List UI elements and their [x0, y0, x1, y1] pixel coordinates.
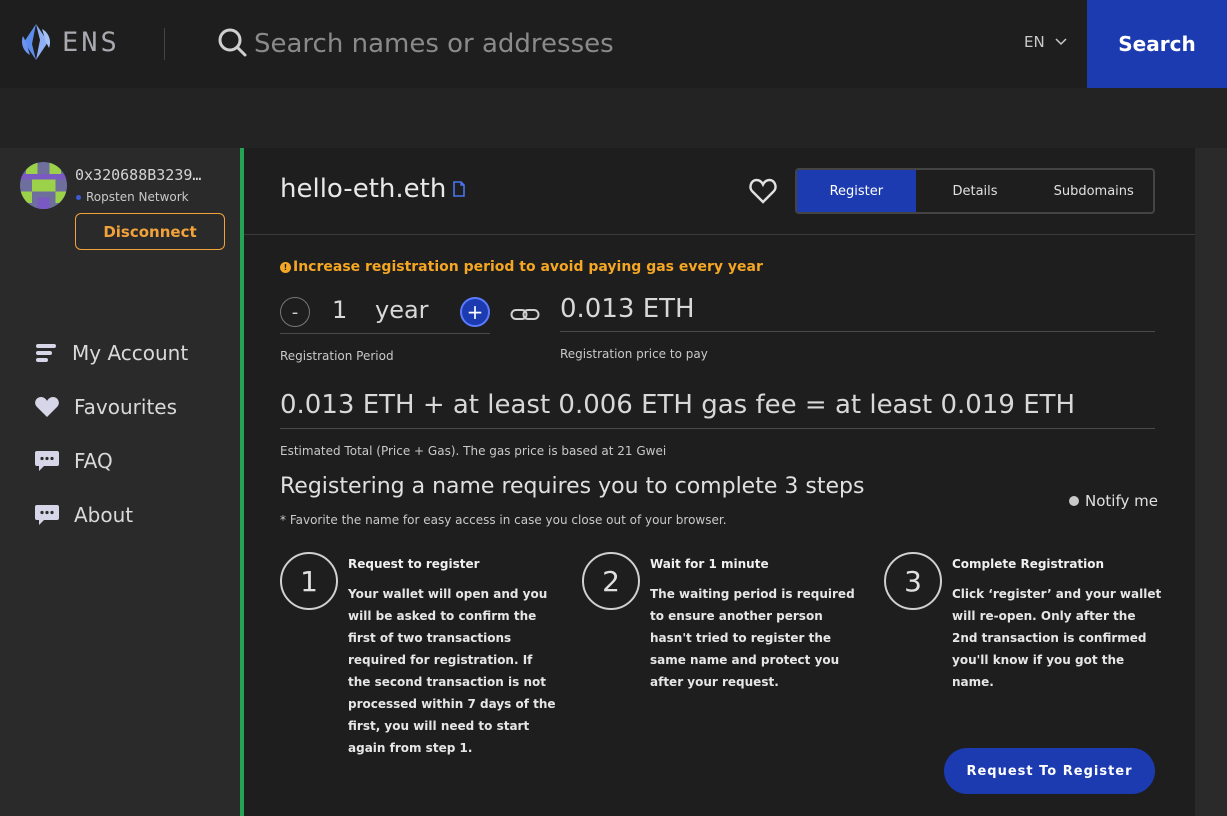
- price-label: Registration price to pay: [560, 347, 708, 361]
- step-number: 1: [280, 552, 338, 610]
- tab-subdomains[interactable]: Subdomains: [1034, 170, 1153, 212]
- logo-text: ENS: [62, 26, 120, 58]
- sidebar-item-faq[interactable]: FAQ: [34, 449, 113, 473]
- link-icon: [510, 309, 540, 320]
- warning-text: Increase registration period to avoid pa…: [293, 259, 763, 275]
- warning-message: ! Increase registration period to avoid …: [280, 259, 763, 275]
- sidebar-item-label: Favourites: [74, 395, 178, 419]
- sidebar-item-my-account[interactable]: My Account: [34, 341, 188, 365]
- network-label: Ropsten Network: [86, 190, 189, 204]
- period-unit: year: [375, 296, 429, 324]
- notify-label: Notify me: [1085, 492, 1158, 510]
- domain-name: hello-eth.eth: [280, 174, 447, 204]
- sidebar-item-label: FAQ: [74, 449, 113, 473]
- ens-logo[interactable]: ENS: [18, 22, 120, 62]
- copy-icon[interactable]: [452, 181, 466, 197]
- heart-outline-icon: [749, 178, 777, 204]
- tab-details[interactable]: Details: [916, 170, 1035, 212]
- favourite-note: * Favorite the name for easy access in c…: [280, 513, 727, 527]
- sidebar-item-about[interactable]: About: [34, 503, 133, 527]
- step-number: 2: [582, 552, 640, 610]
- network-dot-icon: [76, 194, 81, 200]
- decrease-period-button[interactable]: -: [280, 297, 310, 327]
- language-selector[interactable]: EN: [1024, 33, 1067, 51]
- period-label: Registration Period: [280, 349, 394, 363]
- sidebar: 0x320688B3239… Ropsten Network Disconnec…: [0, 148, 240, 816]
- language-label: EN: [1024, 33, 1045, 51]
- step-title: Complete Registration: [952, 557, 1105, 571]
- ens-logo-icon: [21, 24, 51, 60]
- period-value: 1: [332, 296, 348, 324]
- request-to-register-button[interactable]: Request To Register: [944, 748, 1155, 794]
- warning-icon: !: [280, 261, 291, 273]
- chat-icon: [35, 505, 59, 525]
- registration-period-stepper: - 1 year +: [280, 294, 490, 334]
- top-header: ENS EN Search: [0, 0, 1227, 88]
- step-title: Wait for 1 minute: [650, 557, 769, 571]
- account-icon: [36, 344, 56, 362]
- chat-icon: [35, 451, 59, 471]
- notify-dot-icon: [1069, 496, 1079, 506]
- favourite-button[interactable]: [749, 178, 777, 208]
- step-description: Click ‘register’ and your wallet will re…: [952, 587, 1162, 689]
- steps-heading: Registering a name requires you to compl…: [280, 474, 865, 499]
- avatar: [20, 162, 67, 209]
- estimated-total: 0.013 ETH + at least 0.006 ETH gas fee =…: [280, 390, 1155, 429]
- total-label: Estimated Total (Price + Gas). The gas p…: [280, 444, 667, 458]
- sidebar-item-label: My Account: [72, 341, 189, 365]
- sub-header-bar: [0, 88, 1227, 148]
- step-description: The waiting period is required to ensure…: [650, 587, 855, 689]
- chevron-down-icon: [1055, 38, 1067, 46]
- page-title: hello-eth.eth: [280, 174, 466, 204]
- notify-me-toggle[interactable]: Notify me: [1069, 492, 1158, 510]
- tab-bar: Register Details Subdomains: [795, 168, 1155, 214]
- search-icon: [218, 28, 247, 57]
- step-description: Your wallet will open and you will be as…: [348, 587, 556, 755]
- heart-icon: [35, 397, 59, 417]
- page-background-right: [1195, 148, 1227, 816]
- divider: [244, 234, 1195, 235]
- wallet-address: 0x320688B3239…: [75, 166, 202, 184]
- registration-price: 0.013 ETH: [560, 294, 1155, 332]
- tab-register[interactable]: Register: [797, 170, 916, 212]
- header-divider: [164, 28, 165, 60]
- sidebar-item-favourites[interactable]: Favourites: [34, 395, 177, 419]
- step-title: Request to register: [348, 557, 480, 571]
- network-status: Ropsten Network: [76, 190, 189, 204]
- registration-panel: hello-eth.eth Register Details Subdomain…: [240, 148, 1195, 816]
- sidebar-item-label: About: [74, 503, 134, 527]
- search-button[interactable]: Search: [1087, 0, 1227, 88]
- disconnect-button[interactable]: Disconnect: [75, 213, 225, 250]
- increase-period-button[interactable]: +: [460, 297, 490, 327]
- step-number: 3: [884, 552, 942, 610]
- search-input[interactable]: [254, 22, 974, 66]
